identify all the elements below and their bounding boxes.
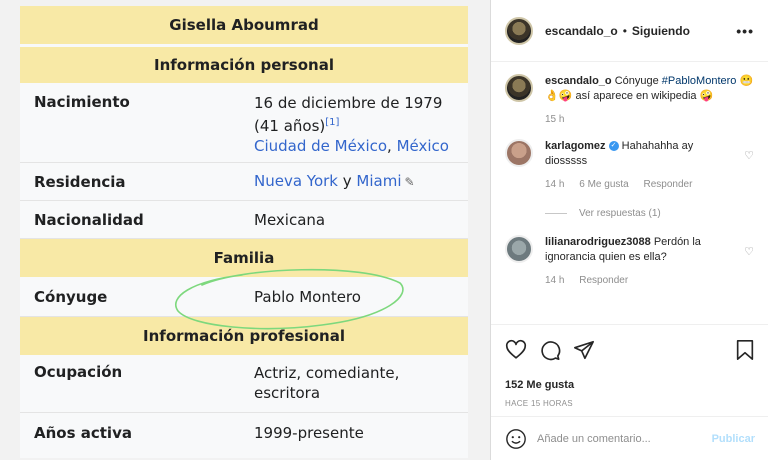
link-miami[interactable]: Miami	[356, 172, 401, 190]
value-birth: 16 de diciembre de 1979 (41 años)[1] Ciu…	[254, 93, 468, 162]
row-nationality: Nacionalidad Mexicana	[20, 201, 468, 239]
add-comment-bar: Añade un comentario... Publicar	[491, 416, 768, 460]
post-actions: 152 Me gusta HACE 15 HORAS	[491, 324, 768, 408]
caption-text: Cónyuge	[614, 75, 662, 87]
caption: escandalo_o Cónyuge #PabloMontero 😬👌🤪 as…	[491, 74, 768, 127]
value-active-years: 1999-presente	[254, 424, 364, 442]
caption-avatar[interactable]	[505, 74, 533, 102]
occupation-line2: escritora	[254, 384, 321, 402]
divider-line	[545, 213, 567, 214]
emoji-icon[interactable]	[505, 428, 527, 450]
comment-username[interactable]: lilianarodriguez3088	[545, 236, 651, 248]
separator: ,	[387, 137, 397, 155]
comment-time[interactable]: 14 h	[545, 179, 564, 190]
link-new-york[interactable]: Nueva York	[254, 172, 338, 190]
caption-time[interactable]: 15 h	[545, 114, 564, 125]
comment-like-heart-icon[interactable]: ♡	[744, 245, 754, 258]
row-spouse: Cónyuge Pablo Montero	[20, 277, 468, 317]
bookmark-icon[interactable]	[735, 339, 755, 361]
more-options-icon[interactable]: •••	[736, 23, 754, 39]
verified-badge-icon: ✓	[608, 141, 619, 152]
value-nationality: Mexicana	[254, 210, 326, 229]
share-icon[interactable]	[573, 339, 595, 361]
comment: karlagomez ✓ Hahahahha ay diosssss 14 h …	[491, 139, 768, 221]
caption-username[interactable]: escandalo_o	[545, 75, 612, 87]
occupation-line1: Actriz, comediante,	[254, 364, 400, 382]
publish-button[interactable]: Publicar	[712, 433, 755, 445]
infobox-image: Gisella Aboumrad Información personal Na…	[0, 0, 490, 460]
section-professional: Información profesional	[20, 317, 468, 355]
value-residence: Nueva York y Miami ✎	[254, 171, 468, 192]
row-occupation: Ocupación Actriz, comediante, escritora	[20, 355, 468, 413]
post-header: escandalo_o • Siguiendo •••	[491, 0, 768, 62]
comment-username[interactable]: karlagomez	[545, 140, 606, 152]
label-occupation: Ocupación	[34, 363, 123, 381]
comment-icon[interactable]	[539, 339, 561, 361]
section-personal: Información personal	[20, 47, 468, 83]
follow-status[interactable]: Siguiendo	[632, 24, 690, 38]
comment-time[interactable]: 14 h	[545, 275, 564, 286]
label-birth: Nacimiento	[34, 93, 130, 111]
pencil-icon[interactable]: ✎	[405, 175, 415, 189]
birth-date: 16 de diciembre de 1979	[254, 94, 443, 112]
comment: lilianarodriguez3088 Perdón la ignoranci…	[491, 235, 768, 288]
row-active-years: Años activa 1999-presente	[20, 413, 468, 453]
comment-likes[interactable]: 6 Me gusta	[579, 179, 628, 190]
heart-icon[interactable]	[505, 339, 527, 361]
wikipedia-infobox: Gisella Aboumrad Información personal Na…	[20, 6, 468, 458]
caption-emoji-end: 🤪	[699, 90, 714, 102]
reference-link[interactable]: [1]	[325, 117, 339, 128]
avatar[interactable]	[505, 16, 533, 45]
value-spouse: Pablo Montero	[254, 287, 361, 306]
birth-age: (41 años)	[254, 117, 326, 135]
comment-avatar[interactable]	[505, 139, 533, 167]
label-spouse: Cónyuge	[34, 287, 108, 306]
post-time[interactable]: HACE 15 HORAS	[505, 399, 755, 408]
row-residence: Residencia Nueva York y Miami ✎	[20, 163, 468, 201]
header-username[interactable]: escandalo_o	[545, 24, 618, 38]
conjunction: y	[338, 172, 357, 190]
label-nationality: Nacionalidad	[34, 210, 144, 229]
link-country[interactable]: México	[397, 137, 449, 155]
instagram-panel: escandalo_o • Siguiendo ••• escandalo_o …	[490, 0, 768, 460]
reply-button[interactable]: Responder	[579, 275, 628, 286]
reply-button[interactable]: Responder	[644, 179, 693, 190]
view-replies-button[interactable]: Ver respuestas (1)	[579, 206, 661, 221]
link-city[interactable]: Ciudad de México	[254, 137, 387, 155]
hashtag-link[interactable]: #PabloMontero	[662, 75, 737, 87]
row-birth: Nacimiento 16 de diciembre de 1979 (41 a…	[20, 83, 468, 163]
like-count[interactable]: 152 Me gusta	[505, 379, 755, 391]
label-residence: Residencia	[34, 172, 126, 191]
section-family: Familia	[20, 239, 468, 277]
label-active-years: Años activa	[34, 424, 132, 442]
dot-separator: •	[622, 23, 627, 38]
value-occupation: Actriz, comediante, escritora	[254, 363, 468, 412]
comment-like-heart-icon[interactable]: ♡	[744, 149, 754, 162]
caption-text-2: así aparece en wikipedia	[572, 90, 700, 102]
comment-avatar[interactable]	[505, 235, 533, 263]
infobox-title: Gisella Aboumrad	[20, 6, 468, 44]
comment-input[interactable]: Añade un comentario...	[537, 433, 712, 445]
